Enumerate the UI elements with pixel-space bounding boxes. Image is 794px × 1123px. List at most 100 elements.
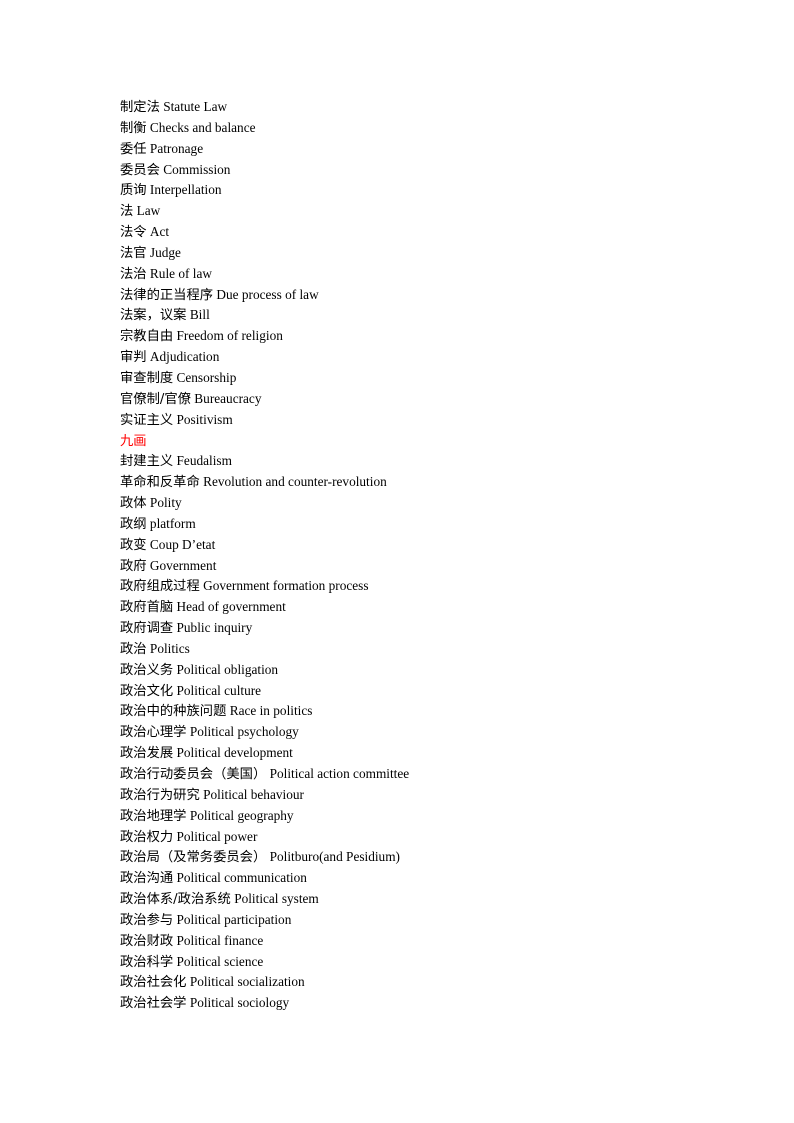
glossary-entry: 政治社会化 Political socialization	[120, 972, 720, 993]
glossary-list: 制定法 Statute Law 制衡 Checks and balance 委任 P…	[120, 97, 720, 1014]
term-chinese: 政府调查	[120, 621, 174, 637]
glossary-entry: 政治心理学 Political psychology	[120, 722, 720, 743]
term-english: Race in politics	[229, 703, 313, 719]
term-chinese: 法官	[120, 245, 147, 261]
term-chinese: 政治中的种族问题	[120, 704, 227, 720]
term-english: Polity	[149, 495, 182, 511]
term-chinese: 法	[120, 204, 134, 220]
section-heading-text: 九画	[120, 433, 147, 449]
term-chinese: 政治文化	[120, 683, 174, 699]
term-english: Freedom of religion	[176, 328, 283, 344]
glossary-entry: 政治文化 Political culture	[120, 681, 720, 702]
term-chinese: 法案，议案	[120, 308, 187, 324]
term-english: Political geography	[189, 807, 294, 823]
section-heading: 九画	[120, 431, 720, 452]
term-chinese: 政治财政	[120, 933, 174, 949]
term-english: Bill	[189, 307, 210, 323]
glossary-entry: 委任 Patronage	[120, 139, 720, 160]
term-english: Judge	[149, 244, 181, 260]
term-english: Politics	[149, 640, 190, 656]
glossary-entry: 政体 Polity	[120, 493, 720, 514]
term-english: Political communication	[176, 870, 307, 886]
term-chinese: 政治参与	[120, 912, 174, 928]
glossary-entry: 政治科学 Political science	[120, 952, 720, 973]
glossary-entry: 法官 Judge	[120, 243, 720, 264]
term-chinese: 政治发展	[120, 746, 174, 762]
glossary-entry: 审查制度 Censorship	[120, 368, 720, 389]
term-english: Political participation	[176, 911, 292, 927]
glossary-entry: 政治局（及常务委员会） Politburo(and Pesidium)	[120, 847, 720, 868]
glossary-entry: 制衡 Checks and balance	[120, 118, 720, 139]
term-english: Political sociology	[189, 995, 290, 1011]
glossary-entry: 法案，议案 Bill	[120, 305, 720, 326]
term-english: Coup D’etat	[149, 536, 216, 552]
term-english: Political culture	[176, 682, 262, 698]
glossary-entry: 政治发展 Political development	[120, 743, 720, 764]
glossary-entry: 委员会 Commission	[120, 160, 720, 181]
glossary-entry: 政治参与 Political participation	[120, 910, 720, 931]
glossary-entry: 政治体系/政治系统 Political system	[120, 889, 720, 910]
glossary-entry: 革命和反革命 Revolution and counter-revolution	[120, 472, 720, 493]
term-chinese: 政府	[120, 558, 147, 574]
glossary-entry: 封建主义 Feudalism	[120, 451, 720, 472]
glossary-entry: 实证主义 Positivism	[120, 410, 720, 431]
term-english: Due process of law	[216, 286, 319, 302]
glossary-entry: 政治中的种族问题 Race in politics	[120, 701, 720, 722]
term-chinese: 政治权力	[120, 829, 174, 845]
term-chinese: 政治局（及常务委员会）	[120, 850, 267, 866]
term-english: Government formation process	[203, 578, 369, 594]
term-chinese: 政治沟通	[120, 871, 174, 887]
glossary-entry: 政府调查 Public inquiry	[120, 618, 720, 639]
term-chinese: 政治行动委员会（美国）	[120, 767, 267, 782]
glossary-entry: 政治权力 Political power	[120, 827, 720, 848]
glossary-entry: 政治行动委员会（美国） Political action committee	[120, 764, 720, 785]
glossary-entry: 审判 Adjudication	[120, 347, 720, 368]
glossary-entry: 政府 Government	[120, 556, 720, 577]
term-chinese: 质询	[120, 183, 147, 199]
glossary-entry: 政府组成过程 Government formation process	[120, 576, 720, 597]
term-english: platform	[149, 515, 196, 531]
glossary-entry: 政治行为研究 Political behaviour	[120, 785, 720, 806]
glossary-entry: 法律的正当程序 Due process of law	[120, 285, 720, 306]
term-english: Checks and balance	[149, 119, 256, 135]
term-chinese: 政治心理学	[120, 725, 187, 741]
term-english: Political development	[176, 745, 293, 761]
term-chinese: 政治科学	[120, 954, 174, 970]
term-english: Bureaucracy	[194, 390, 262, 406]
term-chinese: 政府组成过程	[120, 579, 200, 595]
term-english: Political obligation	[176, 661, 279, 677]
term-chinese: 革命和反革命	[120, 475, 200, 491]
glossary-entry: 法 Law	[120, 201, 720, 222]
glossary-entry: 政变 Coup D’etat	[120, 535, 720, 556]
term-english: Public inquiry	[176, 620, 253, 636]
glossary-entry: 政治社会学 Political sociology	[120, 993, 720, 1014]
term-english: Political finance	[176, 932, 264, 948]
term-chinese: 政治义务	[120, 662, 174, 678]
glossary-entry: 质询 Interpellation	[120, 180, 720, 201]
term-english: Adjudication	[149, 349, 220, 365]
term-english: Censorship	[176, 369, 237, 385]
glossary-entry: 政治沟通 Political communication	[120, 868, 720, 889]
glossary-entry: 政治地理学 Political geography	[120, 806, 720, 827]
term-chinese: 宗教自由	[120, 329, 174, 345]
term-chinese: 政治社会化	[120, 975, 187, 991]
glossary-entry: 政府首脑 Head of government	[120, 597, 720, 618]
term-english: Act	[149, 224, 170, 240]
term-english: Political science	[176, 953, 264, 969]
term-english: Politburo(and Pesidium)	[269, 849, 400, 865]
document-page: 制定法 Statute Law 制衡 Checks and balance 委任 P…	[0, 0, 794, 1123]
term-chinese: 法律的正当程序	[120, 287, 214, 303]
term-chinese: 政变	[120, 537, 147, 553]
term-english: Head of government	[176, 599, 286, 615]
term-chinese: 政纲	[120, 516, 147, 532]
term-english: Feudalism	[176, 453, 232, 469]
term-chinese: 委员会	[120, 162, 160, 178]
term-chinese: 官僚制/官僚	[120, 391, 191, 407]
term-chinese: 政治体系/政治系统	[120, 892, 231, 908]
term-english: Political power	[176, 828, 258, 844]
term-chinese: 政府首脑	[120, 600, 174, 616]
term-chinese: 政体	[120, 496, 147, 512]
term-english: Statute Law	[163, 99, 228, 114]
term-english: Patronage	[149, 140, 204, 156]
term-chinese: 政治行为研究	[120, 787, 200, 803]
